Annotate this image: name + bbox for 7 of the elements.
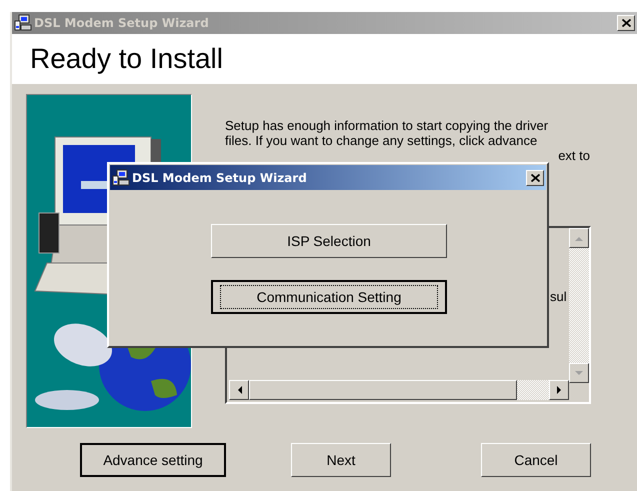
- window-title: DSL Modem Setup Wizard: [34, 16, 209, 30]
- list-text: sul: [550, 289, 567, 304]
- instruction-text: Setup has enough information to start copying the driver: [225, 118, 548, 133]
- page-heading: Ready to Install: [30, 43, 223, 75]
- window-title: DSL Modem Setup Wizard: [132, 170, 307, 184]
- instruction-text: ext to: [557, 148, 591, 163]
- instruction-text: files. If you want to change any settings, click advance: [225, 133, 538, 148]
